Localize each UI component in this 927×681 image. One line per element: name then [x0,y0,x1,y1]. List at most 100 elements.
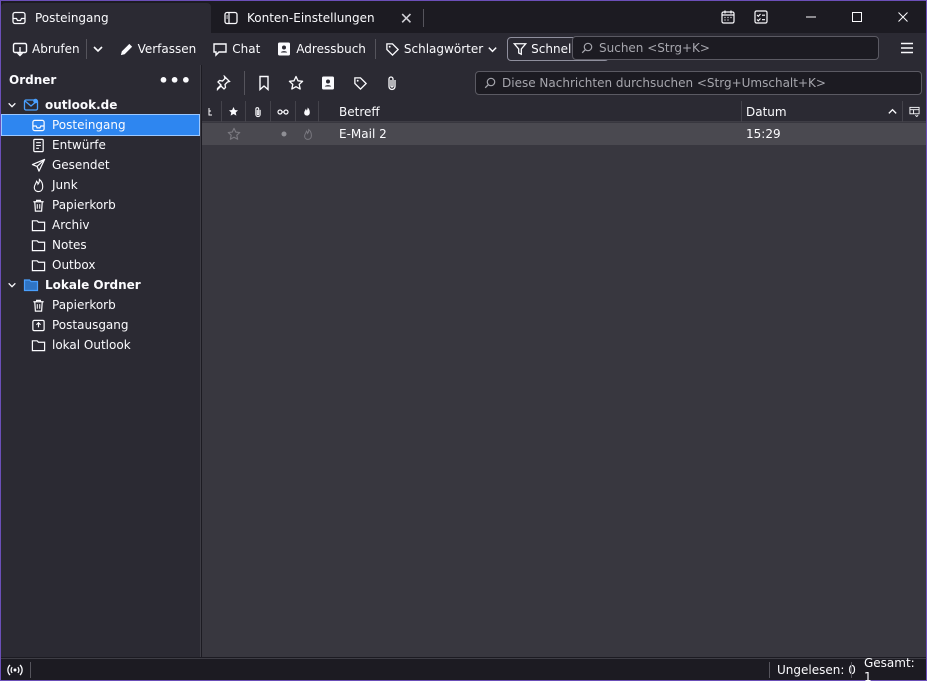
thread-icon [208,107,212,115]
online-status-button[interactable] [7,659,23,681]
read-status-dot[interactable] [271,123,296,145]
sort-ascending-icon [888,108,897,114]
tab-bar: Posteingang Konten-Einstellungen ✕ [1,1,926,33]
mail-account-icon [23,98,39,111]
chat-button[interactable]: Chat [207,37,265,61]
tasks-icon[interactable] [750,7,772,27]
paperclip-icon [388,76,396,91]
folder-outbox[interactable]: Outbox [1,255,200,275]
chevron-down-icon [488,46,497,52]
folder-sent[interactable]: Gesendet [1,155,200,175]
tags-filter-button[interactable] [347,70,373,96]
tab-inbox[interactable]: Posteingang [1,3,211,33]
pencil-icon [120,43,132,55]
message-subject: E-Mail 2 [339,127,387,141]
status-separator [851,662,852,678]
search-icon [484,77,496,89]
message-list-header: Betreff Datum [202,101,926,122]
inbox-icon [32,119,45,131]
folder-label: Notes [52,238,87,252]
table-row[interactable]: E-Mail 2 15:29 [202,123,926,145]
column-thread[interactable] [202,101,222,122]
flame-icon [33,177,44,192]
unread-filter-button[interactable] [251,70,277,96]
close-icon[interactable]: ✕ [400,9,413,28]
tag-icon [353,76,367,90]
message-search-input[interactable]: Diese Nachrichten durchsuchen <Strg+Umsc… [475,71,922,95]
get-messages-button[interactable]: Abrufen [7,37,85,61]
tab-separator [423,9,424,27]
folder-icon [31,239,46,251]
status-separator [769,662,770,678]
sticky-filter-button[interactable] [210,70,236,96]
chevron-down-icon[interactable] [7,100,17,110]
read-dot-icon [281,131,286,137]
folder-junk[interactable]: Junk [1,175,200,195]
inbox-icon [12,11,26,25]
folder-pane: Ordner ••• outlook.de Posteingang Entwür… [1,65,201,657]
compose-button[interactable]: Verfassen [114,37,202,61]
search-icon [581,42,593,54]
get-messages-dropdown[interactable] [88,37,108,61]
folder-archive[interactable]: Archiv [1,215,200,235]
folder-local-outlook[interactable]: lokal Outlook [1,335,200,355]
column-starred[interactable] [222,101,246,122]
column-read-status[interactable] [271,101,296,122]
flame-icon [304,107,310,116]
column-date-label: Datum [746,104,787,119]
close-window-button[interactable] [880,1,926,33]
tag-icon [386,42,399,56]
chat-label: Chat [232,42,261,56]
folder-notes[interactable]: Notes [1,235,200,255]
tags-label: Schlagwörter [403,42,484,56]
more-options-icon[interactable]: ••• [158,71,192,90]
star-icon [288,75,304,90]
tab-account-settings[interactable]: Konten-Einstellungen ✕ [213,3,423,33]
column-junk[interactable] [296,101,319,122]
total-count: Gesamt: 1 [864,656,915,681]
address-book-label: Adressbuch [296,42,366,56]
chevron-down-icon[interactable] [7,280,17,290]
pin-icon [216,75,231,91]
address-book-button[interactable]: Adressbuch [271,37,371,61]
folder-inbox[interactable]: Posteingang [1,114,200,136]
attachment-filter-button[interactable] [379,70,405,96]
junk-toggle[interactable] [296,123,319,145]
folder-drafts[interactable]: Entwürfe [1,135,200,155]
app-menu-button[interactable] [900,41,914,58]
draft-icon [33,138,44,152]
contact-filter-button[interactable] [315,70,341,96]
glasses-icon [277,108,289,115]
chat-bubble-icon [213,43,227,57]
column-date[interactable]: Datum [742,101,903,122]
column-attachment[interactable] [246,101,271,122]
folder-icon [31,339,46,351]
toolbar-separator [374,39,376,59]
compose-label: Verfassen [137,42,197,56]
global-search-input[interactable]: Suchen <Strg+K> [572,36,879,60]
folder-icon [31,259,46,271]
folder-local-outbox[interactable]: Postausgang [1,315,200,335]
minimize-button[interactable] [788,1,834,33]
column-subject[interactable]: Betreff [319,101,742,122]
maximize-button[interactable] [834,1,880,33]
account-local-folders[interactable]: Lokale Ordner [1,275,200,295]
starred-filter-button[interactable] [283,70,309,96]
message-search-placeholder: Diese Nachrichten durchsuchen <Strg+Umsc… [502,76,826,90]
folder-local-trash[interactable]: Papierkorb [1,295,200,315]
folder-trash[interactable]: Papierkorb [1,195,200,215]
column-picker-button[interactable] [903,101,926,122]
quick-filter-bar: Diese Nachrichten durchsuchen <Strg+Umsc… [202,65,926,101]
trash-icon [33,299,44,312]
star-toggle[interactable] [222,123,246,145]
broadcast-icon [7,664,23,676]
folder-label: Archiv [52,218,90,232]
trash-icon [33,199,44,212]
account-outlook[interactable]: outlook.de [1,95,200,115]
calendar-icon[interactable] [717,7,739,27]
tags-button[interactable]: Schlagwörter [380,37,503,61]
toolbar-separator [244,71,245,95]
message-list-pane: Diese Nachrichten durchsuchen <Strg+Umsc… [202,65,926,657]
paper-plane-icon [31,158,46,172]
folder-label: Junk [52,178,78,192]
